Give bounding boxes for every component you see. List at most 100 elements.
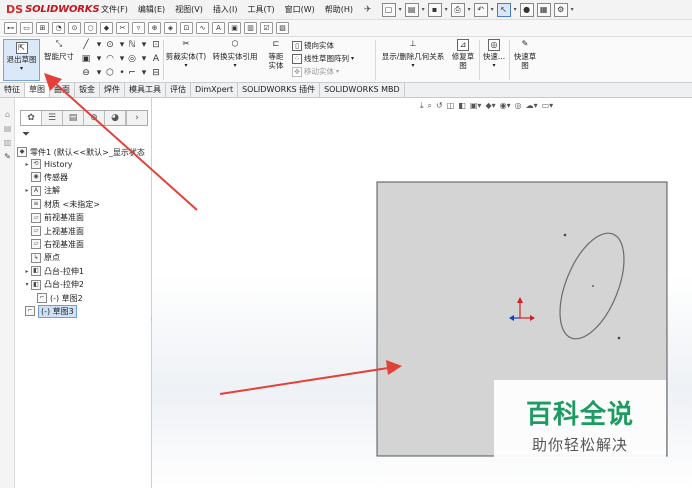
dimxpert-manager-tab-icon[interactable]: ⊕ <box>84 111 105 125</box>
sketch-relation-icon[interactable]: ⊙ <box>68 22 81 34</box>
sketch-chamfer-icon[interactable]: ◆ <box>100 22 113 34</box>
tree-item[interactable]: ▸ ⟲ History <box>23 158 72 170</box>
menu-view[interactable]: 视图(V) <box>170 4 208 15</box>
tab-features[interactable]: 特征 <box>0 83 25 97</box>
circle-icon[interactable]: ○ <box>84 22 97 34</box>
sketch-pattern-icon[interactable]: ⊡ <box>180 22 193 34</box>
undo-icon[interactable]: ↶ <box>473 2 488 17</box>
display-style-icon[interactable]: ◆▾ <box>485 101 495 111</box>
sketch-picture-icon[interactable]: ▣ <box>228 22 241 34</box>
offset-entities-button[interactable]: ⊏ 等距实体 <box>262 39 290 70</box>
tab-solidworks-mbd[interactable]: SOLIDWORKS MBD <box>320 83 405 97</box>
rebuild-icon[interactable]: ● <box>519 2 534 17</box>
strip-doc-icon[interactable]: ▤ <box>2 124 13 135</box>
spline-dropdown-icon[interactable]: ▾ <box>138 40 150 51</box>
save-icon[interactable]: ▪ <box>427 2 442 17</box>
tree-item[interactable]: ⌐ (-) 草图2 <box>29 292 83 304</box>
sketch-text-icon[interactable]: A <box>212 22 225 34</box>
strip-library-icon[interactable]: ▥ <box>2 138 13 149</box>
sketch-dim-icon[interactable]: ⊷ <box>4 22 17 34</box>
linear-pattern-button[interactable]: ⁘ 线性草图阵列 ▾ <box>292 53 354 64</box>
select-dropdown-icon[interactable]: ▾ <box>514 6 517 13</box>
sketch-block-icon[interactable]: ▥ <box>244 22 257 34</box>
tree-item[interactable]: ⌐ (-) 草图3 <box>17 304 77 318</box>
rapid-sketch-button[interactable]: ✎ 快速草图 <box>510 39 540 70</box>
display-delete-relations-button[interactable]: ⊥ 显示/删除几何关系 ▾ <box>378 39 448 70</box>
menu-insert[interactable]: 插入(I) <box>208 4 243 15</box>
tree-expander-icon[interactable]: ▸ <box>23 187 31 194</box>
options-dropdown-icon[interactable]: ▾ <box>571 6 574 13</box>
tree-item[interactable]: ▸ A 注解 <box>23 185 60 197</box>
tabs-overflow-icon[interactable]: › <box>126 111 147 125</box>
property-manager-tab-icon[interactable]: ☰ <box>42 111 63 125</box>
tab-evaluate[interactable]: 评估 <box>166 83 191 97</box>
tab-surfaces[interactable]: 曲面 <box>50 83 75 97</box>
line-icon[interactable]: ╱ <box>80 40 92 51</box>
section-view-icon[interactable]: ◫ <box>447 101 455 111</box>
move-entities-button[interactable]: ✥ 移动实体 ▾ <box>292 66 339 77</box>
hide-show-items-icon[interactable]: ◉▾ <box>500 101 511 111</box>
strip-home-icon[interactable]: ⌂ <box>2 110 13 121</box>
fillet-icon[interactable]: ⌐ <box>126 68 138 79</box>
select-arrow-icon[interactable]: ↖ <box>496 2 511 17</box>
mirror-entities-button[interactable]: ▯ 镜向实体 <box>292 40 334 51</box>
menu-edit[interactable]: 编辑(E) <box>133 4 170 15</box>
open-dropdown-icon[interactable]: ▾ <box>422 6 425 13</box>
sketch-mirror-icon[interactable]: ◈ <box>164 22 177 34</box>
tab-sheet-metal[interactable]: 钣金 <box>75 83 100 97</box>
print-dropdown-icon[interactable]: ▾ <box>468 6 471 13</box>
convert-entities-button[interactable]: ⬡ 转换实体引用 ▾ <box>209 39 261 70</box>
undo-dropdown-icon[interactable]: ▾ <box>491 6 494 13</box>
print-icon[interactable]: ⎙ <box>450 2 465 17</box>
edit-appearance-icon[interactable]: ◎ <box>515 101 522 111</box>
tree-expander-icon[interactable]: ▸ <box>23 161 31 168</box>
quick-snaps-button[interactable]: ◎ 快速... ▾ <box>480 39 508 70</box>
previous-view-icon[interactable]: ↺ <box>436 101 443 111</box>
sketch-check-icon[interactable]: ☑ <box>260 22 273 34</box>
zoom-to-fit-icon[interactable]: ⤓ <box>420 101 424 111</box>
tree-item[interactable]: ▸ ◧ 凸台-拉伸1 <box>23 265 84 277</box>
ellipse-dropdown-icon[interactable]: ▾ <box>138 54 150 65</box>
sketch-trim-icon[interactable]: ✂ <box>116 22 129 34</box>
sketch-rect-icon[interactable]: ▭ <box>20 22 33 34</box>
solidworks-logo[interactable]: DS SOLIDWORKS <box>0 3 100 16</box>
options-gear-icon[interactable]: ⚙ <box>553 2 568 17</box>
strip-pen-icon[interactable]: ✎ <box>2 152 13 163</box>
sketch-spline-icon[interactable]: ∿ <box>196 22 209 34</box>
sketch-repair-icon[interactable]: ▨ <box>276 22 289 34</box>
trim-entities-button[interactable]: ✂ 剪裁实体(T) ▾ <box>164 39 208 70</box>
dynamic-annotation-icon[interactable]: ◧ <box>458 101 466 111</box>
display-manager-tab-icon[interactable]: ◕ <box>105 111 126 125</box>
new-document-icon[interactable]: ▢ <box>381 2 396 17</box>
menu-file[interactable]: 文件(F) <box>96 4 133 15</box>
view-orientation-icon[interactable]: ▣▾ <box>470 101 482 111</box>
tree-item[interactable]: ▱ 上视基准面 <box>23 225 84 237</box>
tab-weldments[interactable]: 焊件 <box>100 83 125 97</box>
menu-help[interactable]: 帮助(H) <box>320 4 358 15</box>
apply-scene-icon[interactable]: ☁▾ <box>526 101 538 111</box>
tab-solidworks-addins[interactable]: SOLIDWORKS 插件 <box>238 83 321 97</box>
tab-dimxpert[interactable]: DimXpert <box>191 83 239 97</box>
tab-mold-tools[interactable]: 模具工具 <box>125 83 166 97</box>
view-settings-icon[interactable]: ▭▾ <box>542 101 554 111</box>
tree-expander-icon[interactable]: ▾ <box>23 281 31 288</box>
pin-icon[interactable]: ✈ <box>364 5 372 15</box>
spline-icon[interactable]: ℕ <box>126 40 138 51</box>
feature-tree-tab-icon[interactable]: ✿ <box>21 111 42 125</box>
tree-item[interactable]: ▾ ◧ 凸台-拉伸2 <box>23 279 84 291</box>
snap-icon[interactable]: ⊞ <box>36 22 49 34</box>
polygon-icon[interactable]: ⬡ <box>104 68 116 79</box>
sketch-point-icon[interactable]: ⊕ <box>148 22 161 34</box>
configuration-manager-tab-icon[interactable]: ▤ <box>63 111 84 125</box>
exit-sketch-button[interactable]: ⇱ 退出草图 ▾ <box>3 39 40 81</box>
tree-item[interactable]: ↳ 原点 <box>23 252 60 264</box>
tab-sketch[interactable]: 草图 <box>25 83 50 97</box>
text-icon[interactable]: A <box>150 54 162 65</box>
smart-dimension-button[interactable]: ⤡ 智能尺寸 <box>42 39 76 61</box>
tree-expander-icon[interactable]: ▸ <box>23 268 31 275</box>
menu-window[interactable]: 窗口(W) <box>280 4 320 15</box>
rectangle-icon[interactable]: ▣ <box>80 54 92 65</box>
sketch-offset-icon[interactable]: ▿ <box>132 22 145 34</box>
slot-icon[interactable]: ⊖ <box>80 68 92 79</box>
repair-sketch-button[interactable]: ⊿ 修复草图 <box>448 39 478 70</box>
